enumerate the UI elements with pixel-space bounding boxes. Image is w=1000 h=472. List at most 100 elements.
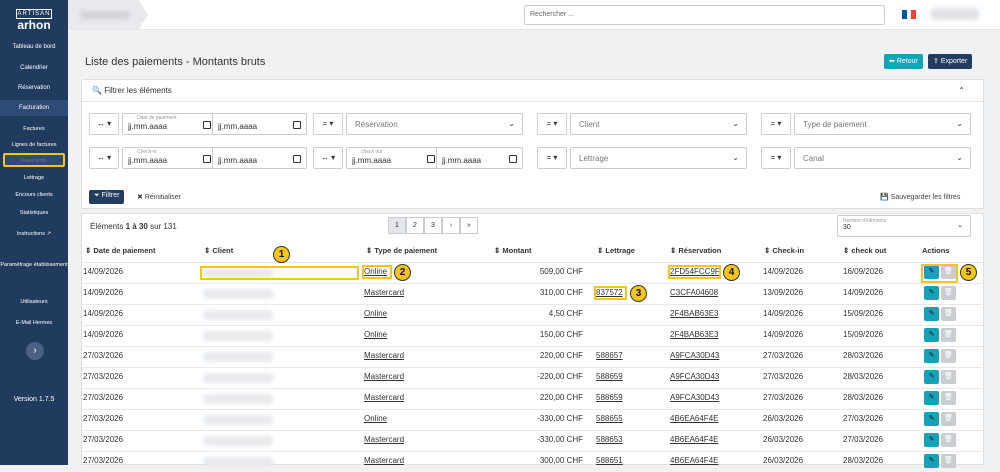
checkout-from[interactable]: check out jj.mm.aaaa — [346, 147, 441, 169]
cell-payment-type[interactable]: Mastercard — [364, 456, 404, 465]
cell-lettrage[interactable]: 588659 — [596, 393, 623, 402]
cell-reservation[interactable]: 4B6EA64F4E — [670, 414, 718, 423]
checkin-operator[interactable]: ↔ ▾ — [89, 147, 119, 169]
page-2[interactable]: 2 — [406, 217, 424, 234]
reservation-operator[interactable]: = ▾ — [313, 113, 343, 135]
delete-icon[interactable]: 🗑 — [941, 433, 956, 447]
client-select[interactable]: Client ⌄ — [570, 113, 747, 135]
sidebar-item-billing[interactable]: Facturation — [0, 100, 68, 116]
cell-payment-type[interactable]: Online — [364, 309, 387, 318]
checkin-from[interactable]: Check-in jj.mm.aaaa — [122, 147, 217, 169]
cell-reservation[interactable]: A9FCA30D43 — [670, 351, 719, 360]
client-operator[interactable]: = ▾ — [537, 113, 567, 135]
sidebar-item-calendar[interactable]: Calendrier — [0, 64, 68, 72]
breadcrumb[interactable] — [68, 0, 148, 30]
cell-reservation[interactable]: A9FCA30D43 — [670, 372, 719, 381]
edit-icon[interactable]: ✎ — [924, 412, 939, 426]
col-checkin[interactable]: ⇕ Check-in — [764, 246, 804, 255]
lettrage-operator[interactable]: = ▾ — [537, 147, 567, 169]
payment-type-select[interactable]: Type de paiement ⌄ — [794, 113, 971, 135]
sidebar-item-instructions[interactable]: Instructions ↗ — [0, 230, 68, 238]
sidebar-item-lettering[interactable]: Lettrage — [0, 174, 68, 182]
cell-client-redacted[interactable] — [203, 310, 273, 320]
cell-payment-type[interactable]: Mastercard — [364, 351, 404, 360]
payment-type-operator[interactable]: = ▾ — [761, 113, 791, 135]
per-page-select[interactable]: Nombre d'éléments 30 ⌄ — [837, 215, 971, 237]
cell-payment-type[interactable]: Mastercard — [364, 288, 404, 297]
cell-client-redacted[interactable] — [203, 394, 273, 404]
export-button[interactable]: ⇪ Exporter — [928, 54, 973, 69]
checkout-operator[interactable]: ↔ ▾ — [313, 147, 343, 169]
last-page[interactable]: » — [460, 217, 478, 234]
sidebar-item-users[interactable]: Utilisateurs — [0, 298, 68, 306]
delete-icon[interactable]: 🗑 — [941, 286, 956, 300]
sidebar-item-invoices[interactable]: Factures — [0, 125, 68, 133]
edit-icon[interactable]: ✎ — [924, 391, 939, 405]
cell-client-redacted[interactable] — [203, 352, 273, 362]
cell-reservation[interactable]: 2F4BAB63E3 — [670, 309, 718, 318]
cell-lettrage[interactable]: 588651 — [596, 456, 623, 465]
edit-icon[interactable]: ✎ — [924, 328, 939, 342]
date-payment-from[interactable]: Date de paiement jj.mm.aaaa — [122, 113, 217, 135]
cell-lettrage[interactable]: 588653 — [596, 435, 623, 444]
sidebar-item-invoice-lines[interactable]: Lignes de factures — [0, 141, 68, 149]
channel-operator[interactable]: = ▾ — [761, 147, 791, 169]
chevron-up-icon[interactable]: ⌃ — [958, 86, 965, 95]
cell-client-redacted[interactable] — [203, 436, 273, 446]
cell-lettrage[interactable]: 588659 — [596, 372, 623, 381]
edit-icon[interactable]: ✎ — [924, 433, 939, 447]
cell-lettrage[interactable]: 588655 — [596, 414, 623, 423]
filter-button[interactable]: ⏷ Filtrer — [89, 190, 125, 204]
delete-icon[interactable]: 🗑 — [941, 370, 956, 384]
col-date[interactable]: ⇕ Date de paiement — [85, 246, 155, 255]
cell-reservation[interactable]: C3CFA04608 — [670, 288, 718, 297]
sidebar-item-email[interactable]: E-Mail Hermes — [0, 319, 68, 327]
cell-lettrage[interactable]: 588657 — [596, 351, 623, 360]
delete-icon[interactable]: 🗑 — [941, 391, 956, 405]
cell-reservation[interactable]: A9FCA30D43 — [670, 393, 719, 402]
sidebar-item-reservation[interactable]: Réservation — [0, 84, 68, 92]
delete-icon[interactable]: 🗑 — [941, 454, 956, 468]
next-page[interactable]: › — [442, 217, 460, 234]
sidebar-item-settings[interactable]: Paramétrage établissement — [0, 261, 68, 269]
sidebar-item-payments[interactable]: Paiements — [3, 153, 65, 167]
sidebar-expand-button[interactable]: › — [26, 342, 44, 360]
cell-reservation[interactable]: 4B6EA64F4E — [670, 435, 718, 444]
checkout-to[interactable]: jj.mm.aaaa — [436, 147, 523, 169]
col-amount[interactable]: ⇕ Montant — [494, 246, 532, 255]
sidebar-item-statistics[interactable]: Statistiques — [0, 209, 68, 217]
channel-select[interactable]: Canal ⌄ — [794, 147, 971, 169]
user-menu[interactable] — [930, 8, 980, 20]
cell-client-redacted[interactable] — [203, 373, 273, 383]
col-client[interactable]: ⇕ Client — [204, 246, 233, 255]
cell-reservation[interactable]: 2F4BAB63E3 — [670, 330, 718, 339]
edit-icon[interactable]: ✎ — [924, 349, 939, 363]
cell-payment-type[interactable]: Online — [364, 330, 387, 339]
cell-payment-type[interactable]: Mastercard — [364, 372, 404, 381]
cell-client-redacted[interactable] — [203, 331, 273, 341]
cell-client-redacted[interactable] — [203, 289, 273, 299]
col-lettrage[interactable]: ⇕ Lettrage — [597, 246, 635, 255]
sidebar-item-dashboard[interactable]: Tableau de bord — [0, 43, 68, 51]
checkin-to[interactable]: jj.mm.aaaa — [212, 147, 307, 169]
edit-icon[interactable]: ✎ — [924, 370, 939, 384]
cell-payment-type[interactable]: Mastercard — [364, 435, 404, 444]
flag-fr-icon[interactable] — [902, 10, 917, 19]
filter-header[interactable]: 🔍 Filtrer les éléments ⌃ — [82, 80, 983, 102]
col-type[interactable]: ⇕ Type de paiement — [366, 246, 437, 255]
reservation-select[interactable]: Réservation ⌄ — [346, 113, 523, 135]
delete-icon[interactable]: 🗑 — [941, 412, 956, 426]
edit-icon[interactable]: ✎ — [924, 286, 939, 300]
save-filters-button[interactable]: 💾 Sauvegarder les filtres — [880, 193, 960, 201]
cell-client-redacted[interactable] — [203, 457, 273, 467]
page-3[interactable]: 3 — [424, 217, 442, 234]
cell-payment-type[interactable]: Online — [364, 414, 387, 423]
cell-client-redacted[interactable] — [203, 415, 273, 425]
cell-reservation[interactable]: 4B6EA64F4E — [670, 456, 718, 465]
date-payment-to[interactable]: jj.mm.aaaa — [212, 113, 307, 135]
delete-icon[interactable]: 🗑 — [941, 328, 956, 342]
delete-icon[interactable]: 🗑 — [941, 307, 956, 321]
back-button[interactable]: ⬅ Retour — [884, 54, 923, 69]
cell-payment-type[interactable]: Mastercard — [364, 393, 404, 402]
col-checkout[interactable]: ⇕ check out — [843, 246, 886, 255]
